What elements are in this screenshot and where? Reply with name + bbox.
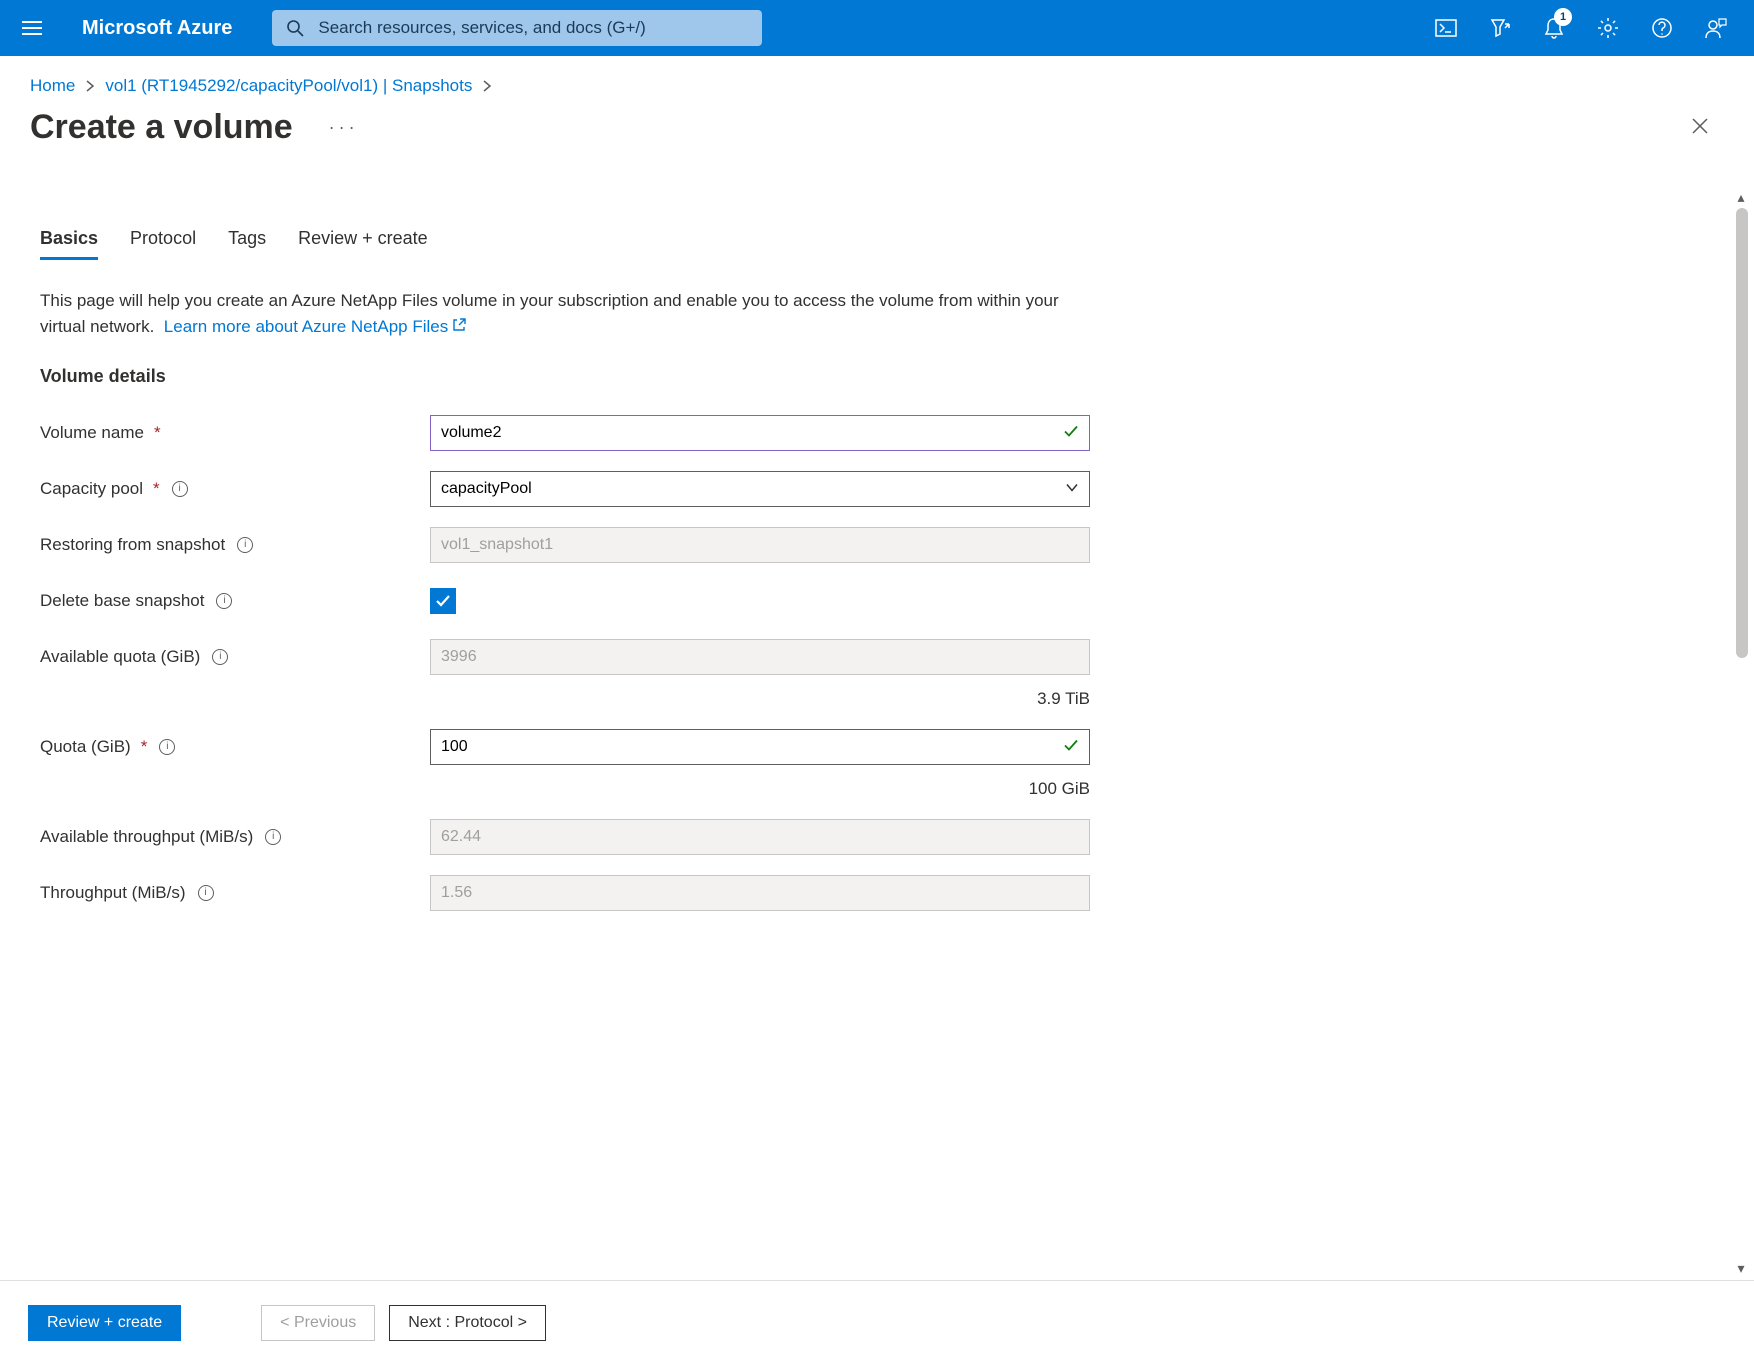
topbar: Microsoft Azure Search resources, servic… [0, 0, 1754, 56]
label-quota-text: Quota (GiB) [40, 737, 131, 757]
tab-tags[interactable]: Tags [228, 228, 266, 260]
cloud-shell-button[interactable] [1420, 0, 1472, 56]
checkbox-delete-base[interactable] [430, 588, 456, 614]
footer-actions: Review + create < Previous Next : Protoc… [0, 1280, 1754, 1365]
row-available-throughput: Available throughput (MiB/s) i [40, 809, 1698, 865]
scrollbar-track[interactable] [1736, 208, 1748, 1257]
label-restoring-from: Restoring from snapshot i [40, 535, 430, 555]
input-volume-name[interactable] [430, 415, 1090, 451]
hamburger-icon [22, 21, 42, 35]
row-capacity-pool: Capacity pool * i [40, 461, 1698, 517]
more-actions-button[interactable]: ··· [329, 117, 359, 138]
required-mark: * [153, 479, 160, 499]
label-available-throughput-text: Available throughput (MiB/s) [40, 827, 253, 847]
help-icon [1651, 17, 1673, 39]
label-delete-base-text: Delete base snapshot [40, 591, 204, 611]
label-throughput: Throughput (MiB/s) i [40, 883, 430, 903]
content-panel: Basics Protocol Tags Review + create Thi… [0, 186, 1732, 1280]
label-capacity-pool-text: Capacity pool [40, 479, 143, 499]
input-restoring-from [430, 527, 1090, 563]
page-title-row: Create a volume ··· [0, 104, 1754, 167]
tab-basics[interactable]: Basics [40, 228, 98, 260]
info-icon[interactable]: i [212, 649, 228, 665]
external-link-icon [452, 314, 466, 340]
scroll-down-button[interactable]: ▾ [1732, 1259, 1750, 1277]
previous-button: < Previous [261, 1305, 375, 1341]
select-capacity-pool[interactable] [430, 471, 1090, 507]
required-mark: * [154, 423, 161, 443]
info-icon[interactable]: i [216, 593, 232, 609]
notifications-button[interactable]: 1 [1528, 0, 1580, 56]
label-volume-name: Volume name * [40, 423, 430, 443]
next-button[interactable]: Next : Protocol > [389, 1305, 546, 1341]
tab-protocol[interactable]: Protocol [130, 228, 196, 260]
validation-check-icon [1062, 422, 1080, 443]
close-blade-button[interactable] [1690, 116, 1710, 139]
label-restoring-from-text: Restoring from snapshot [40, 535, 225, 555]
row-restoring-from: Restoring from snapshot i [40, 517, 1698, 573]
filter-icon [1489, 18, 1511, 38]
scrollbar-thumb[interactable] [1736, 208, 1748, 658]
validation-check-icon [1062, 736, 1080, 757]
chevron-right-icon [482, 79, 492, 93]
input-throughput [430, 875, 1090, 911]
person-feedback-icon [1705, 17, 1727, 39]
label-available-quota: Available quota (GiB) i [40, 647, 430, 667]
breadcrumb: Home vol1 (RT1945292/capacityPool/vol1) … [0, 56, 1754, 104]
available-quota-sub: 3.9 TiB [40, 689, 1090, 709]
label-delete-base: Delete base snapshot i [40, 591, 430, 611]
row-quota: Quota (GiB) * i [40, 719, 1698, 775]
gear-icon [1597, 17, 1619, 39]
global-search-input[interactable]: Search resources, services, and docs (G+… [272, 10, 762, 46]
input-available-throughput [430, 819, 1090, 855]
row-delete-base: Delete base snapshot i [40, 573, 1698, 629]
cloud-shell-icon [1435, 19, 1457, 37]
learn-more-link[interactable]: Learn more about Azure NetApp Files [164, 317, 466, 336]
info-icon[interactable]: i [159, 739, 175, 755]
breadcrumb-home[interactable]: Home [30, 76, 75, 96]
info-icon[interactable]: i [265, 829, 281, 845]
row-volume-name: Volume name * [40, 405, 1698, 461]
hamburger-menu-button[interactable] [12, 8, 52, 48]
tab-review[interactable]: Review + create [298, 228, 428, 260]
input-quota[interactable] [430, 729, 1090, 765]
tab-strip: Basics Protocol Tags Review + create [40, 228, 1698, 260]
learn-more-label: Learn more about Azure NetApp Files [164, 317, 448, 336]
label-quota: Quota (GiB) * i [40, 737, 430, 757]
info-icon[interactable]: i [172, 481, 188, 497]
brand-title[interactable]: Microsoft Azure [82, 17, 232, 40]
topbar-icon-group: 1 [1420, 0, 1742, 56]
label-throughput-text: Throughput (MiB/s) [40, 883, 186, 903]
notification-badge: 1 [1554, 8, 1572, 26]
label-available-quota-text: Available quota (GiB) [40, 647, 200, 667]
input-available-quota [430, 639, 1090, 675]
row-available-quota: Available quota (GiB) i [40, 629, 1698, 685]
label-capacity-pool: Capacity pool * i [40, 479, 430, 499]
intro-text: This page will help you create an Azure … [40, 288, 1060, 340]
search-placeholder: Search resources, services, and docs (G+… [318, 18, 645, 38]
breadcrumb-parent[interactable]: vol1 (RT1945292/capacityPool/vol1) | Sna… [105, 76, 472, 96]
chevron-right-icon [85, 79, 95, 93]
info-icon[interactable]: i [198, 885, 214, 901]
quota-sub: 100 GiB [40, 779, 1090, 799]
scroll-up-button[interactable]: ▴ [1732, 188, 1750, 206]
close-icon [1690, 116, 1710, 136]
settings-button[interactable] [1582, 0, 1634, 56]
label-volume-name-text: Volume name [40, 423, 144, 443]
help-button[interactable] [1636, 0, 1688, 56]
page-title: Create a volume [30, 108, 293, 147]
required-mark: * [141, 737, 148, 757]
info-icon[interactable]: i [237, 537, 253, 553]
row-throughput: Throughput (MiB/s) i [40, 865, 1698, 921]
search-icon [286, 19, 304, 37]
directory-filter-button[interactable] [1474, 0, 1526, 56]
section-volume-details: Volume details [40, 366, 1698, 387]
check-icon [434, 592, 452, 610]
review-create-button[interactable]: Review + create [28, 1305, 181, 1341]
feedback-button[interactable] [1690, 0, 1742, 56]
label-available-throughput: Available throughput (MiB/s) i [40, 827, 430, 847]
